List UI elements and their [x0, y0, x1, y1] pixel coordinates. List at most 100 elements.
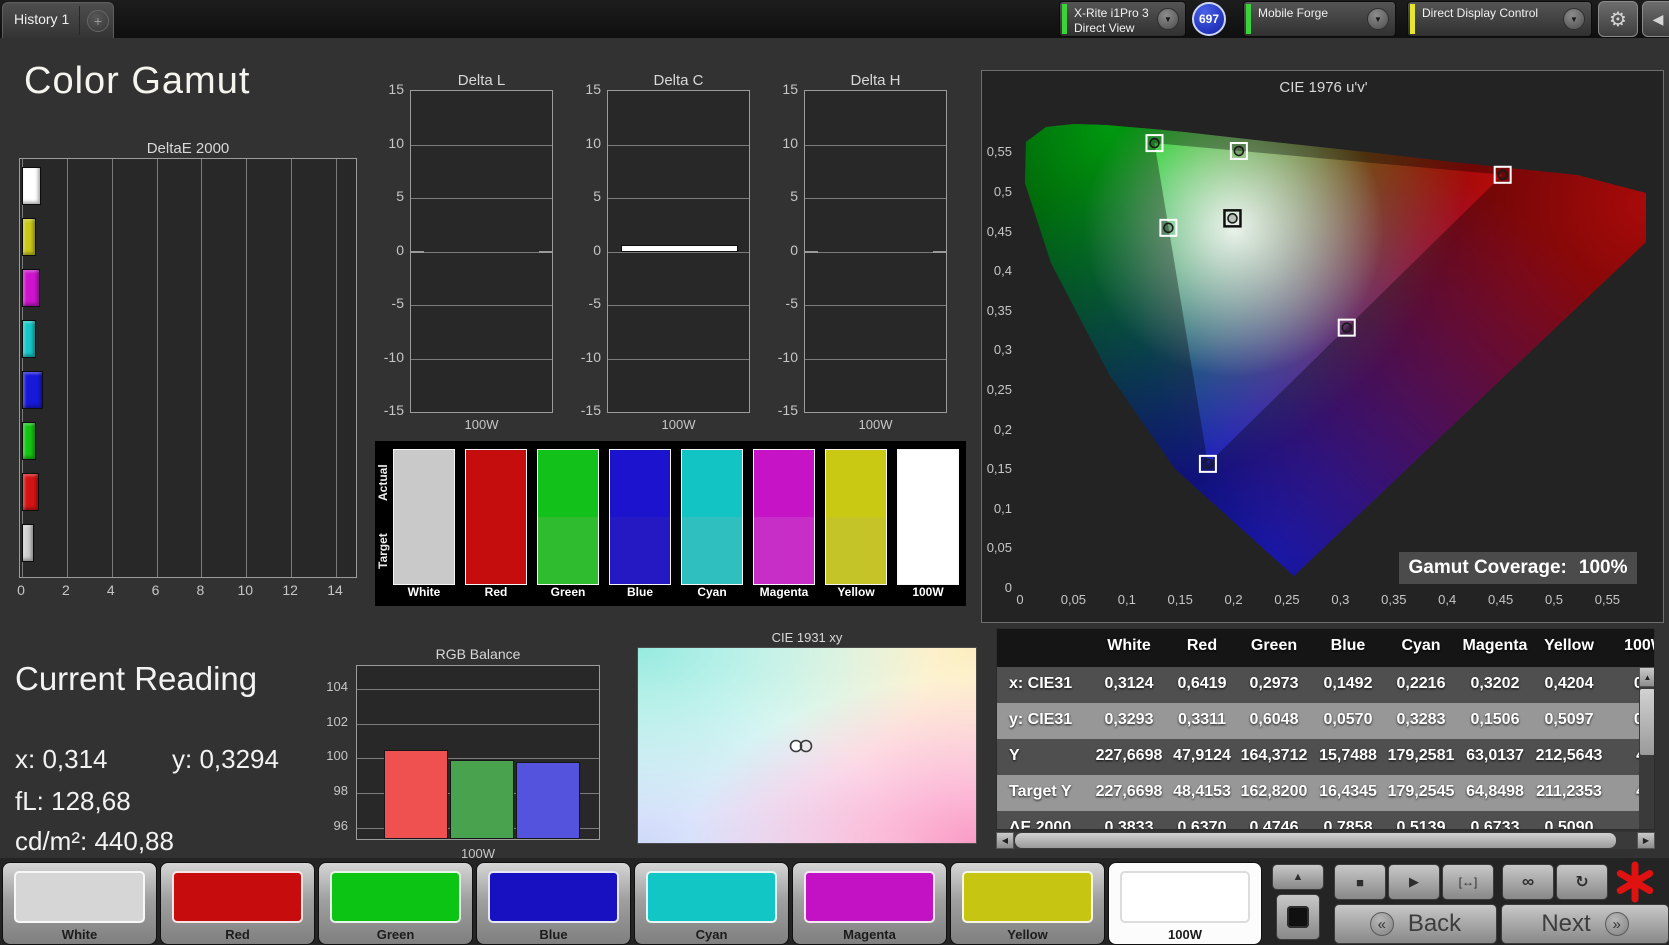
swatch-actual: [754, 450, 814, 517]
table-cell: 0,4204: [1544, 675, 1594, 692]
table-cell: 0,1506: [1470, 711, 1520, 728]
pattern-button-yellow[interactable]: Yellow: [950, 862, 1105, 945]
swatch-target: [682, 517, 742, 584]
table-vscrollbar[interactable]: ▲: [1639, 667, 1654, 829]
swatch-yellow: [825, 449, 887, 585]
collapse-panel-icon[interactable]: ◀: [1642, 1, 1669, 37]
hscroll-thumb[interactable]: [1015, 833, 1616, 848]
continuous-measure-button[interactable]: ∞: [1502, 864, 1554, 900]
swatch-100w: [897, 449, 959, 585]
table-cell: 63,0137: [1466, 747, 1524, 764]
pattern-button-green[interactable]: Green: [318, 862, 473, 945]
table-cell: 0,5139: [1396, 819, 1446, 830]
alert-asterisk-icon[interactable]: [1612, 860, 1658, 904]
chevron-down-icon[interactable]: ▼: [1367, 8, 1389, 30]
swatch-magenta: [753, 449, 815, 585]
swatch-label: Red: [484, 585, 508, 599]
pattern-window-button[interactable]: [1276, 894, 1320, 940]
gamut-coverage-readout: Gamut Coverage: 100%: [1399, 552, 1637, 584]
table-cell: 64,8498: [1466, 783, 1524, 800]
meter-dropdown[interactable]: X-Rite i1Pro 3 Direct View ▼: [1059, 1, 1186, 37]
cie-1976-title: CIE 1976 u'v': [1279, 79, 1368, 96]
pattern-button-white[interactable]: White: [2, 862, 157, 945]
swatch-label: Blue: [626, 585, 653, 599]
display-control-dropdown[interactable]: Direct Display Control ▼: [1407, 1, 1592, 37]
deltae-chart: [19, 158, 357, 578]
table-cell: 0,5090: [1544, 819, 1594, 830]
history-tab-group: History 1 +: [2, 2, 114, 38]
next-button[interactable]: Next »: [1501, 904, 1669, 944]
deltae-bar-100w: [22, 167, 41, 205]
back-button-label: Back: [1407, 910, 1462, 937]
table-cell: 227,6698: [1095, 783, 1163, 800]
meter-name: X-Rite i1Pro 3: [1074, 6, 1149, 20]
delta_h-chart: [804, 90, 947, 413]
pattern-button-blue[interactable]: Blue: [476, 862, 631, 945]
table-cell: 15,7488: [1319, 747, 1377, 764]
meter-status-stripe: [1062, 4, 1067, 34]
source-status-stripe: [1246, 4, 1251, 34]
swatch-label: White: [407, 585, 441, 599]
column-header-yellow: Yellow: [1544, 637, 1594, 654]
bottom-toolbar: White Red Green Blue Cyan Magenta Yellow 100W ▲…: [0, 858, 1669, 945]
row-label: y: CIE31: [1009, 711, 1073, 728]
scroll-up-icon[interactable]: ▲: [1639, 667, 1654, 687]
meter-reading-badge: 697: [1192, 2, 1226, 36]
tab-history-1[interactable]: History 1: [14, 11, 69, 27]
delta_l-title: Delta L: [457, 72, 506, 89]
pattern-button-100w[interactable]: 100W: [1108, 862, 1262, 945]
pattern-button-magenta[interactable]: Magenta: [792, 862, 947, 945]
pattern-button-red[interactable]: Red: [160, 862, 315, 945]
scroll-left-icon[interactable]: ◀: [996, 832, 1014, 849]
row-label: Y: [1009, 747, 1020, 764]
column-header-green: Green: [1250, 637, 1298, 654]
deltae-bar-cyan: [22, 320, 37, 358]
deltae-bar-blue: [22, 371, 43, 409]
measure-range-button[interactable]: [↔]: [1442, 864, 1494, 900]
pattern-source-dropdown[interactable]: Mobile Forge ▼: [1243, 1, 1396, 37]
rgb-balance-title: RGB Balance: [435, 646, 521, 662]
column-header-blue: Blue: [1330, 637, 1366, 654]
pattern-button-label: Cyan: [695, 927, 728, 942]
meter-mode: Direct View: [1074, 21, 1135, 35]
vscroll-thumb[interactable]: [1640, 689, 1654, 755]
swatch-actual: [538, 450, 598, 517]
current-reading-title: Current Reading: [15, 660, 258, 697]
chevron-down-icon[interactable]: ▼: [1563, 8, 1585, 30]
stop-button[interactable]: ■: [1334, 864, 1386, 900]
add-tab-button[interactable]: +: [87, 10, 109, 32]
gear-icon[interactable]: ⚙: [1598, 1, 1638, 37]
reading-x: x: 0,314: [15, 744, 108, 774]
swatch-target: [394, 517, 454, 584]
pattern-button-label: Blue: [539, 927, 568, 942]
back-button[interactable]: « Back: [1334, 904, 1497, 944]
rgb-bar-red: [384, 749, 448, 839]
table-cell: 179,2545: [1387, 783, 1455, 800]
table-hscrollbar[interactable]: ◀ ▶: [996, 832, 1655, 849]
pattern-button-label: White: [61, 927, 98, 942]
cie-1976-diagram: [1025, 124, 1646, 576]
scroll-right-icon[interactable]: ▶: [1637, 832, 1655, 849]
table-cell: 227,6698: [1095, 747, 1163, 764]
table-cell: 211,2353: [1536, 783, 1602, 800]
column-header-magenta: Magenta: [1462, 637, 1528, 654]
row-label: ΔE 2000: [1009, 819, 1072, 830]
play-button[interactable]: ▶: [1388, 864, 1440, 900]
pattern-button-cyan[interactable]: Cyan: [634, 862, 789, 945]
swatch-red: [465, 449, 527, 585]
panel-up-button[interactable]: ▲: [1272, 864, 1324, 890]
swatch-actual: [826, 450, 886, 517]
top-bar: History 1 + X-Rite i1Pro 3 Direct View ▼…: [0, 0, 1669, 38]
table-cell: 0,6733: [1470, 819, 1520, 830]
table-row: y: CIE31 0,3293 0,3311 0,6048 0,0570 0,3283 0,…: [997, 703, 1654, 739]
delta_c-title: Delta C: [653, 72, 704, 89]
refresh-button[interactable]: ↻: [1556, 864, 1608, 900]
swatch-target: [538, 517, 598, 584]
table-cell: 16,4345: [1319, 783, 1377, 800]
actual-target-swatch-strip: Actual Target White Red Green Blue Cyan Magenta…: [375, 441, 966, 606]
chevron-down-icon[interactable]: ▼: [1157, 8, 1179, 30]
pattern-window-icon: [1287, 906, 1309, 928]
table-cell: 212,5643: [1535, 747, 1603, 764]
table-cell: 0,5097: [1544, 711, 1594, 728]
swatch-blue: [609, 449, 671, 585]
